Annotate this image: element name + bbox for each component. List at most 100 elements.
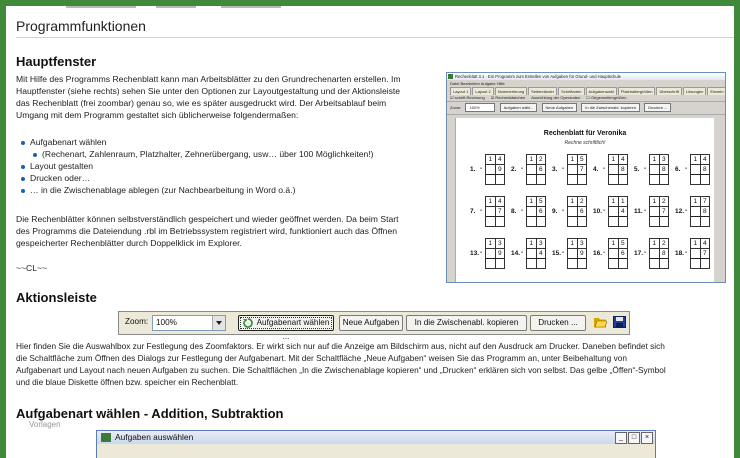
zoom-select[interactable]: 100%: [152, 315, 226, 331]
grid-row: [691, 217, 709, 226]
digit-grid: 12 6: [526, 154, 546, 185]
digit-cell: 7: [661, 208, 666, 215]
digit-cell: [691, 175, 701, 184]
grid-row: [568, 217, 586, 226]
worksheet-problem: 4. -1 4 8: [593, 154, 631, 185]
problem-number: 17.: [634, 250, 644, 257]
minimize-icon[interactable]: _: [615, 432, 627, 444]
aufgabenart-waehlen-button[interactable]: Aufgabenart wählen ...: [238, 315, 334, 341]
worksheet-problem: 1. -1 4 9: [470, 154, 508, 185]
grid-row: 8: [609, 164, 627, 175]
zwischenablage-button[interactable]: In die Zwischenabl. kopieren: [406, 315, 527, 331]
digit-cell: 1: [650, 197, 660, 206]
neue-aufgaben-button[interactable]: Neue Aufgaben: [339, 315, 403, 331]
digit-cell: 1: [527, 155, 537, 164]
app-icon: [101, 433, 111, 442]
digit-grid: 13 4: [526, 238, 546, 269]
digit-cell: 7: [702, 250, 707, 257]
digit-grid: 14 8: [608, 154, 628, 185]
digit-cell: [701, 175, 710, 184]
digit-cell: 1: [691, 239, 701, 248]
tab-loesungen: Lösungen: [682, 87, 707, 95]
digit-cell: [691, 207, 701, 216]
minus-sign: -: [685, 207, 688, 214]
digit-cell: [486, 259, 496, 268]
problem-number: 10.: [593, 208, 603, 215]
digit-cell: [650, 259, 660, 268]
digit-cell: 4: [538, 250, 543, 257]
zoom-select: 100%: [465, 103, 496, 113]
digit-cell: [568, 249, 578, 258]
top-cutoff-strip: [6, 6, 734, 11]
save-disk-icon[interactable]: [613, 316, 626, 328]
digit-cell: 5: [538, 198, 543, 205]
digit-cell: [701, 217, 710, 226]
grid-row: 12: [527, 155, 545, 164]
grid-row: 6: [609, 248, 627, 259]
digit-cell: 1: [609, 155, 619, 164]
digit-cell: 1: [650, 155, 660, 164]
grid-row: 17: [691, 197, 709, 206]
drucken-button[interactable]: Drucken ...: [530, 315, 586, 331]
minus-sign: -: [480, 165, 483, 172]
para-line: Die Rechenblätter können selbstverständl…: [16, 214, 399, 224]
worksheet-problem: 14. -1 3 4: [511, 238, 549, 269]
digit-cell: 4: [702, 156, 707, 163]
intro-line: das Rechenblatt (frei zoombar) genau so,…: [16, 98, 387, 108]
digit-cell: 9: [497, 250, 502, 257]
grid-row: 4: [609, 206, 627, 217]
digit-cell: 1: [650, 239, 660, 248]
signature: ~~CL~~: [16, 263, 48, 273]
screenshot-options: ☑ schrift.Rechnung ☑ Rechenkästchen Ausric…: [447, 94, 725, 101]
button-label: Neue Aufgaben: [342, 318, 400, 327]
digit-cell: [609, 175, 619, 184]
minus-sign: -: [480, 249, 483, 256]
grid-row: 11: [609, 197, 627, 206]
dialog-title: Aufgaben auswählen: [115, 432, 194, 442]
digit-cell: 4: [702, 240, 707, 247]
problem-number: 7.: [470, 208, 476, 215]
digit-cell: [650, 207, 660, 216]
grid-row: 13: [568, 239, 586, 248]
worksheet-problem: 11. -1 2 7: [634, 196, 672, 227]
problem-number: 1.: [470, 166, 476, 173]
digit-grid: 13 9: [485, 238, 505, 269]
aufgabenart-button: Aufgaben wähl...: [499, 103, 538, 113]
grid-row: [527, 175, 545, 184]
grid-row: 14: [691, 155, 709, 164]
minus-sign: -: [521, 165, 524, 172]
maximize-icon[interactable]: □: [628, 432, 640, 444]
grid-row: 15: [568, 155, 586, 164]
grid-row: 14: [486, 155, 504, 164]
digit-cell: 8: [661, 250, 666, 257]
grid-row: 12: [568, 197, 586, 206]
worksheet-problem: 6. -1 4 8: [675, 154, 713, 185]
intro-line: Hauptfenster (siehe rechts) sehen Sie un…: [16, 86, 401, 96]
digit-cell: 4: [497, 198, 502, 205]
para-line: des Programms die Dateiendung .rbl im Be…: [16, 226, 397, 236]
hauptfenster-heading: Hauptfenster: [16, 54, 97, 69]
close-icon[interactable]: ×: [641, 432, 653, 444]
button-label: Aufgabenart wählen ...: [256, 318, 330, 341]
digit-cell: [691, 217, 701, 226]
grid-row: 4: [527, 248, 545, 259]
digit-cell: [486, 249, 496, 258]
app-icon: [448, 74, 453, 79]
digit-cell: [486, 217, 496, 226]
grid-row: 6: [568, 206, 586, 217]
intro-line: Mit Hilfe des Programms Rechenblatt kann…: [16, 74, 401, 84]
para-line: und die blaue Diskette öffnen bzw. speic…: [16, 377, 239, 387]
digit-cell: [660, 175, 669, 184]
digit-cell: 7: [579, 166, 584, 173]
minus-sign: -: [644, 207, 647, 214]
zwischenablage-button: In die Zwischenabl. kopieren: [581, 103, 640, 113]
chevron-down-icon[interactable]: [212, 316, 225, 330]
para-line: die Schaltfläche zum Öffnen des Dialogs …: [16, 353, 627, 363]
digit-grid: 15 6: [526, 196, 546, 227]
grid-row: [650, 217, 668, 226]
open-folder-icon[interactable]: [594, 316, 607, 328]
grid-row: 8: [691, 164, 709, 175]
option: ☑ schrift.Rechnung: [450, 95, 485, 100]
grid-row: [527, 259, 545, 268]
worksheet-problem: 9. -1 2 6: [552, 196, 590, 227]
